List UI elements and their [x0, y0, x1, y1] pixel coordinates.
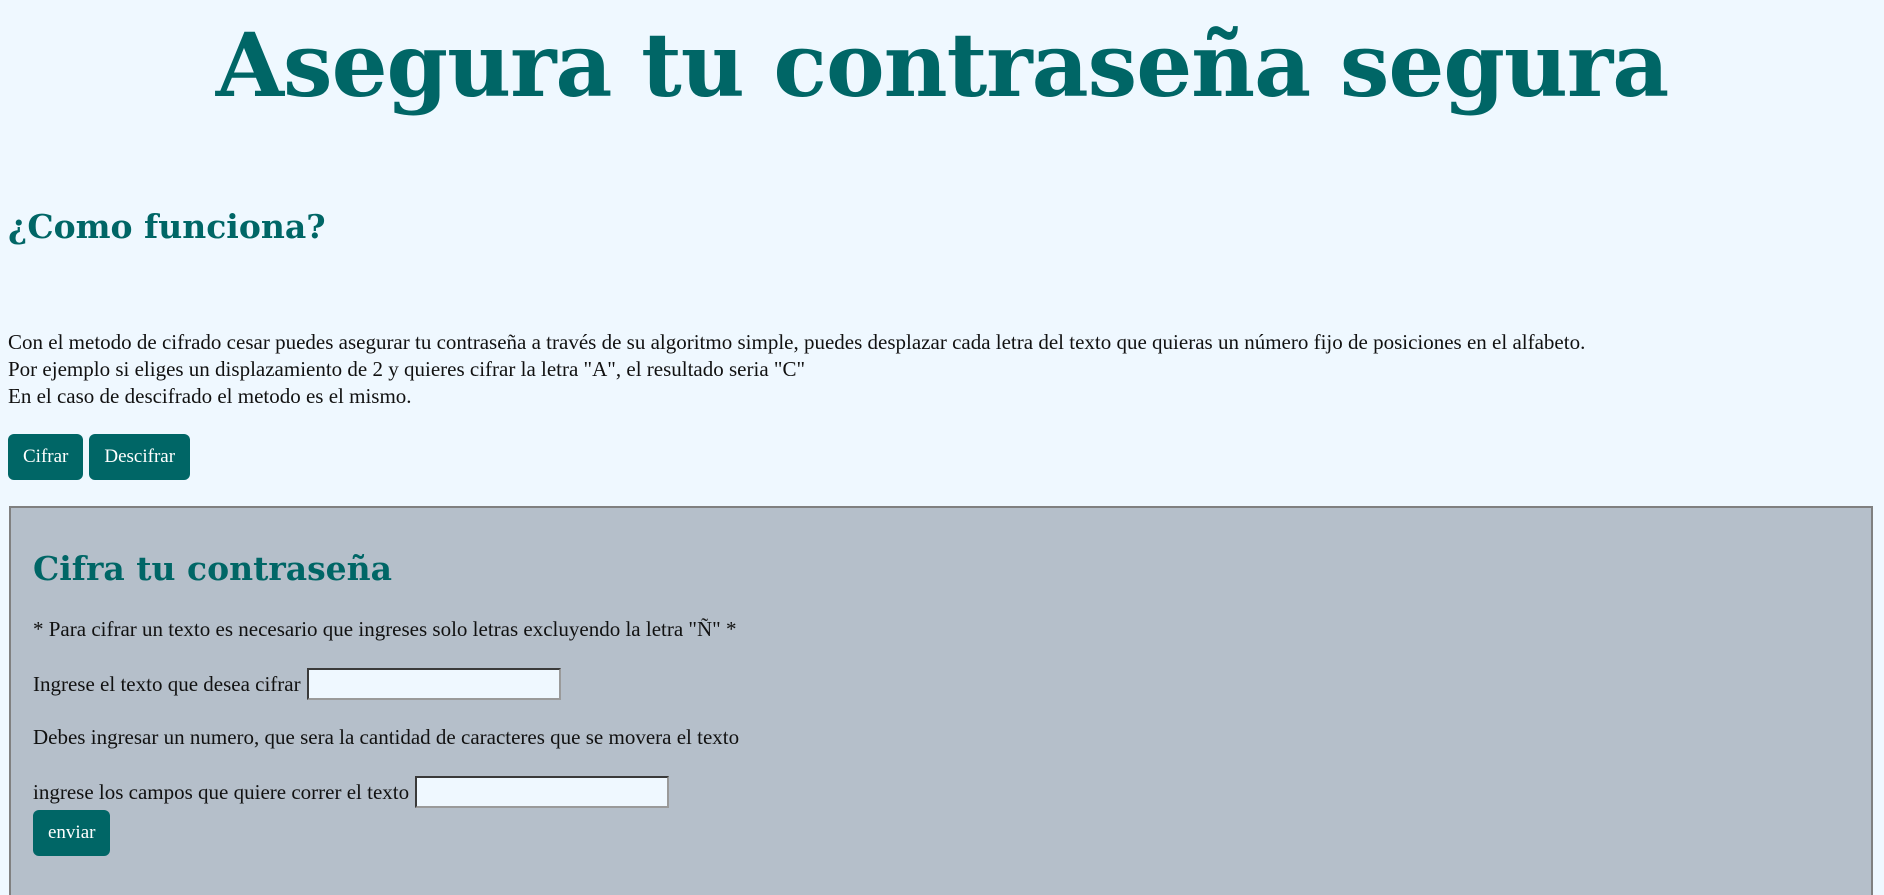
page-title: Asegura tu contraseña segura	[215, 13, 1670, 117]
shift-input-row: ingrese los campos que quiere correr el …	[33, 776, 670, 808]
text-input-row: Ingrese el texto que desea cifrar	[33, 668, 561, 700]
cipher-form-heading: Cifra tu contraseña	[33, 549, 393, 588]
text-to-cipher-input[interactable]	[306, 668, 561, 700]
intro-text: Con el metodo de cifrado cesar puedes as…	[8, 329, 1868, 410]
intro-paragraph: Por ejemplo si eliges un displazamiento …	[8, 357, 806, 381]
mode-buttons: Cifrar Descifrar	[8, 434, 191, 480]
text-input-label: Ingrese el texto que desea cifrar	[33, 672, 301, 696]
intro-paragraph: En el caso de descifrado el metodo es el…	[8, 384, 412, 408]
decrypt-mode-button[interactable]: Descifrar	[89, 434, 191, 480]
shift-note: Debes ingresar un numero, que sera la ca…	[33, 725, 740, 749]
how-it-works-heading: ¿Como funciona?	[8, 207, 326, 246]
shift-input-label: ingrese los campos que quiere correr el …	[33, 780, 410, 804]
shift-amount-input[interactable]	[415, 776, 670, 808]
cipher-note: * Para cifrar un texto es necesario que …	[33, 617, 737, 641]
intro-paragraph: Con el metodo de cifrado cesar puedes as…	[8, 330, 1586, 354]
submit-button[interactable]: enviar	[33, 810, 111, 856]
encrypt-mode-button[interactable]: Cifrar	[8, 434, 84, 480]
cipher-form-panel: Cifra tu contraseña * Para cifrar un tex…	[9, 506, 1873, 895]
